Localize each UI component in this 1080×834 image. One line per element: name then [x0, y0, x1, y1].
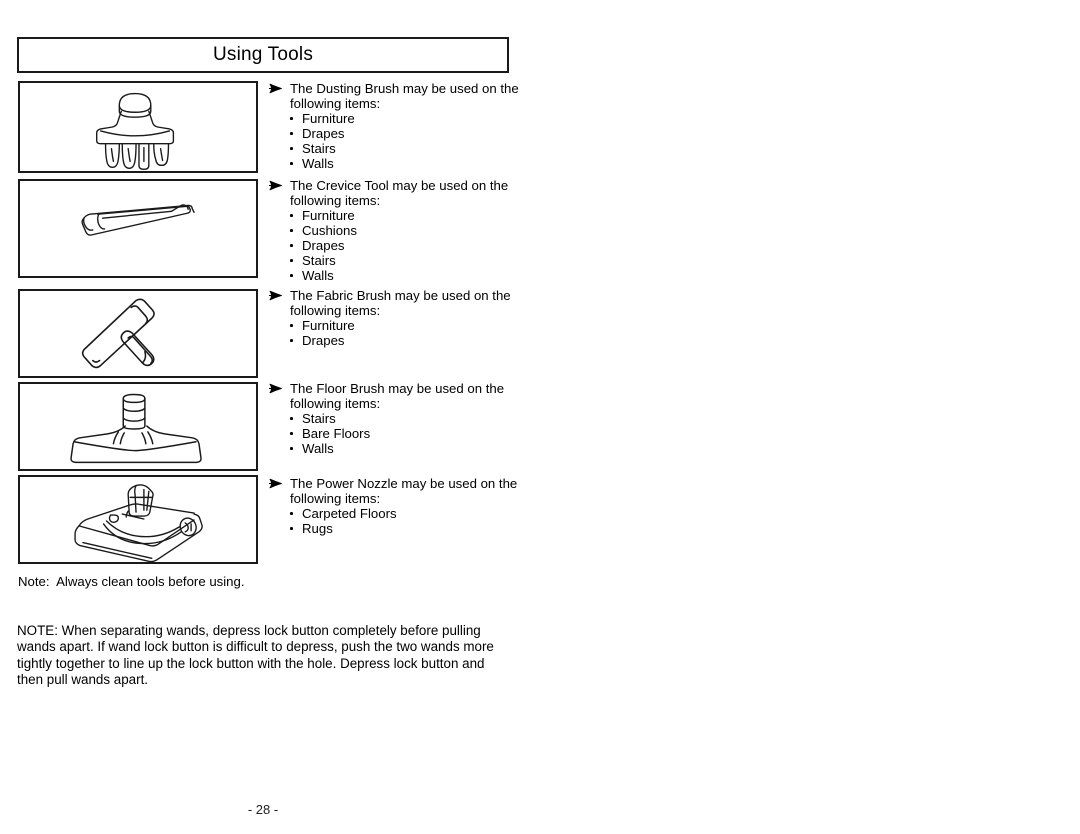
tool-heading-text: The Fabric Brush may be used on the foll… [290, 288, 511, 318]
tool-heading-fabric-brush: The Fabric Brush may be used on the foll… [268, 288, 520, 318]
clean-tools-note: Note: Always clean tools before using. [18, 574, 245, 589]
tool-heading-text: The Crevice Tool may be used on the foll… [290, 178, 509, 208]
list-item: Furniture [268, 111, 520, 126]
floor-brush-illustration [18, 382, 258, 471]
dot-bullet-icon [290, 132, 293, 135]
tool-item-list-crevice-tool: Furniture Cushions Drapes Stairs Walls [268, 208, 520, 283]
tool-heading-floor-brush: The Floor Brush may be used on the follo… [268, 381, 520, 411]
list-item-label: Furniture [302, 318, 355, 333]
tool-heading-dusting-brush: The Dusting Brush may be used on the fol… [268, 81, 520, 111]
list-item-label: Furniture [302, 208, 355, 223]
tool-item-list-floor-brush: Stairs Bare Floors Walls [268, 411, 520, 456]
list-item: Walls [268, 268, 520, 283]
dot-bullet-icon [290, 229, 293, 232]
arrow-bullet-icon [268, 179, 284, 192]
dot-bullet-icon [290, 324, 293, 327]
page-number: - 28 - [247, 802, 279, 817]
list-item: Rugs [268, 521, 520, 536]
tool-block-power-nozzle: The Power Nozzle may be used on the foll… [268, 476, 520, 536]
tool-block-crevice-tool: The Crevice Tool may be used on the foll… [268, 178, 520, 283]
arrow-bullet-icon [268, 382, 284, 395]
list-item-label: Stairs [302, 411, 336, 426]
list-item-label: Rugs [302, 521, 333, 536]
list-item: Walls [268, 441, 520, 456]
list-item: Drapes [268, 126, 520, 141]
fabric-brush-illustration [18, 289, 258, 378]
list-item-label: Bare Floors [302, 426, 371, 441]
dot-bullet-icon [290, 447, 293, 450]
list-item-label: Drapes [302, 126, 345, 141]
list-item: Drapes [268, 238, 520, 253]
list-item: Cushions [268, 223, 520, 238]
list-item-label: Walls [302, 441, 334, 456]
tool-block-floor-brush: The Floor Brush may be used on the follo… [268, 381, 520, 456]
dot-bullet-icon [290, 162, 293, 165]
dot-bullet-icon [290, 214, 293, 217]
list-item-label: Carpeted Floors [302, 506, 397, 521]
dot-bullet-icon [290, 259, 293, 262]
tool-block-dusting-brush: The Dusting Brush may be used on the fol… [268, 81, 520, 171]
list-item-label: Walls [302, 156, 334, 171]
page-title: Using Tools [212, 44, 314, 65]
list-item: Stairs [268, 411, 520, 426]
list-item: Furniture [268, 208, 520, 223]
arrow-bullet-icon [268, 477, 284, 490]
tool-item-list-dusting-brush: Furniture Drapes Stairs Walls [268, 111, 520, 171]
tool-item-list-fabric-brush: Furniture Drapes [268, 318, 520, 348]
tool-heading-power-nozzle: The Power Nozzle may be used on the foll… [268, 476, 520, 506]
arrow-bullet-icon [268, 289, 284, 302]
list-item: Drapes [268, 333, 520, 348]
dot-bullet-icon [290, 244, 293, 247]
tool-block-fabric-brush: The Fabric Brush may be used on the foll… [268, 288, 520, 348]
page-title-box: Using Tools [17, 37, 509, 73]
list-item: Furniture [268, 318, 520, 333]
dot-bullet-icon [290, 432, 293, 435]
dot-bullet-icon [290, 512, 293, 515]
list-item: Carpeted Floors [268, 506, 520, 521]
list-item: Stairs [268, 141, 520, 156]
list-item-label: Drapes [302, 238, 345, 253]
dot-bullet-icon [290, 417, 293, 420]
list-item-label: Stairs [302, 253, 336, 268]
list-item: Bare Floors [268, 426, 520, 441]
tool-item-list-power-nozzle: Carpeted Floors Rugs [268, 506, 520, 536]
crevice-tool-illustration [18, 179, 258, 278]
list-item-label: Walls [302, 268, 334, 283]
list-item: Walls [268, 156, 520, 171]
tool-heading-crevice-tool: The Crevice Tool may be used on the foll… [268, 178, 520, 208]
tool-heading-text: The Floor Brush may be used on the follo… [290, 381, 505, 411]
dot-bullet-icon [290, 274, 293, 277]
list-item-label: Drapes [302, 333, 345, 348]
dot-bullet-icon [290, 147, 293, 150]
power-nozzle-illustration [18, 475, 258, 564]
list-item-label: Furniture [302, 111, 355, 126]
dot-bullet-icon [290, 527, 293, 530]
tool-heading-text: The Power Nozzle may be used on the foll… [290, 476, 518, 506]
wand-separation-note: NOTE: When separating wands, depress loc… [17, 623, 494, 688]
dot-bullet-icon [290, 339, 293, 342]
list-item: Stairs [268, 253, 520, 268]
arrow-bullet-icon [268, 82, 284, 95]
list-item-label: Stairs [302, 141, 336, 156]
dot-bullet-icon [290, 117, 293, 120]
tool-heading-text: The Dusting Brush may be used on the fol… [290, 81, 519, 111]
list-item-label: Cushions [302, 223, 357, 238]
dusting-brush-illustration [18, 81, 258, 173]
